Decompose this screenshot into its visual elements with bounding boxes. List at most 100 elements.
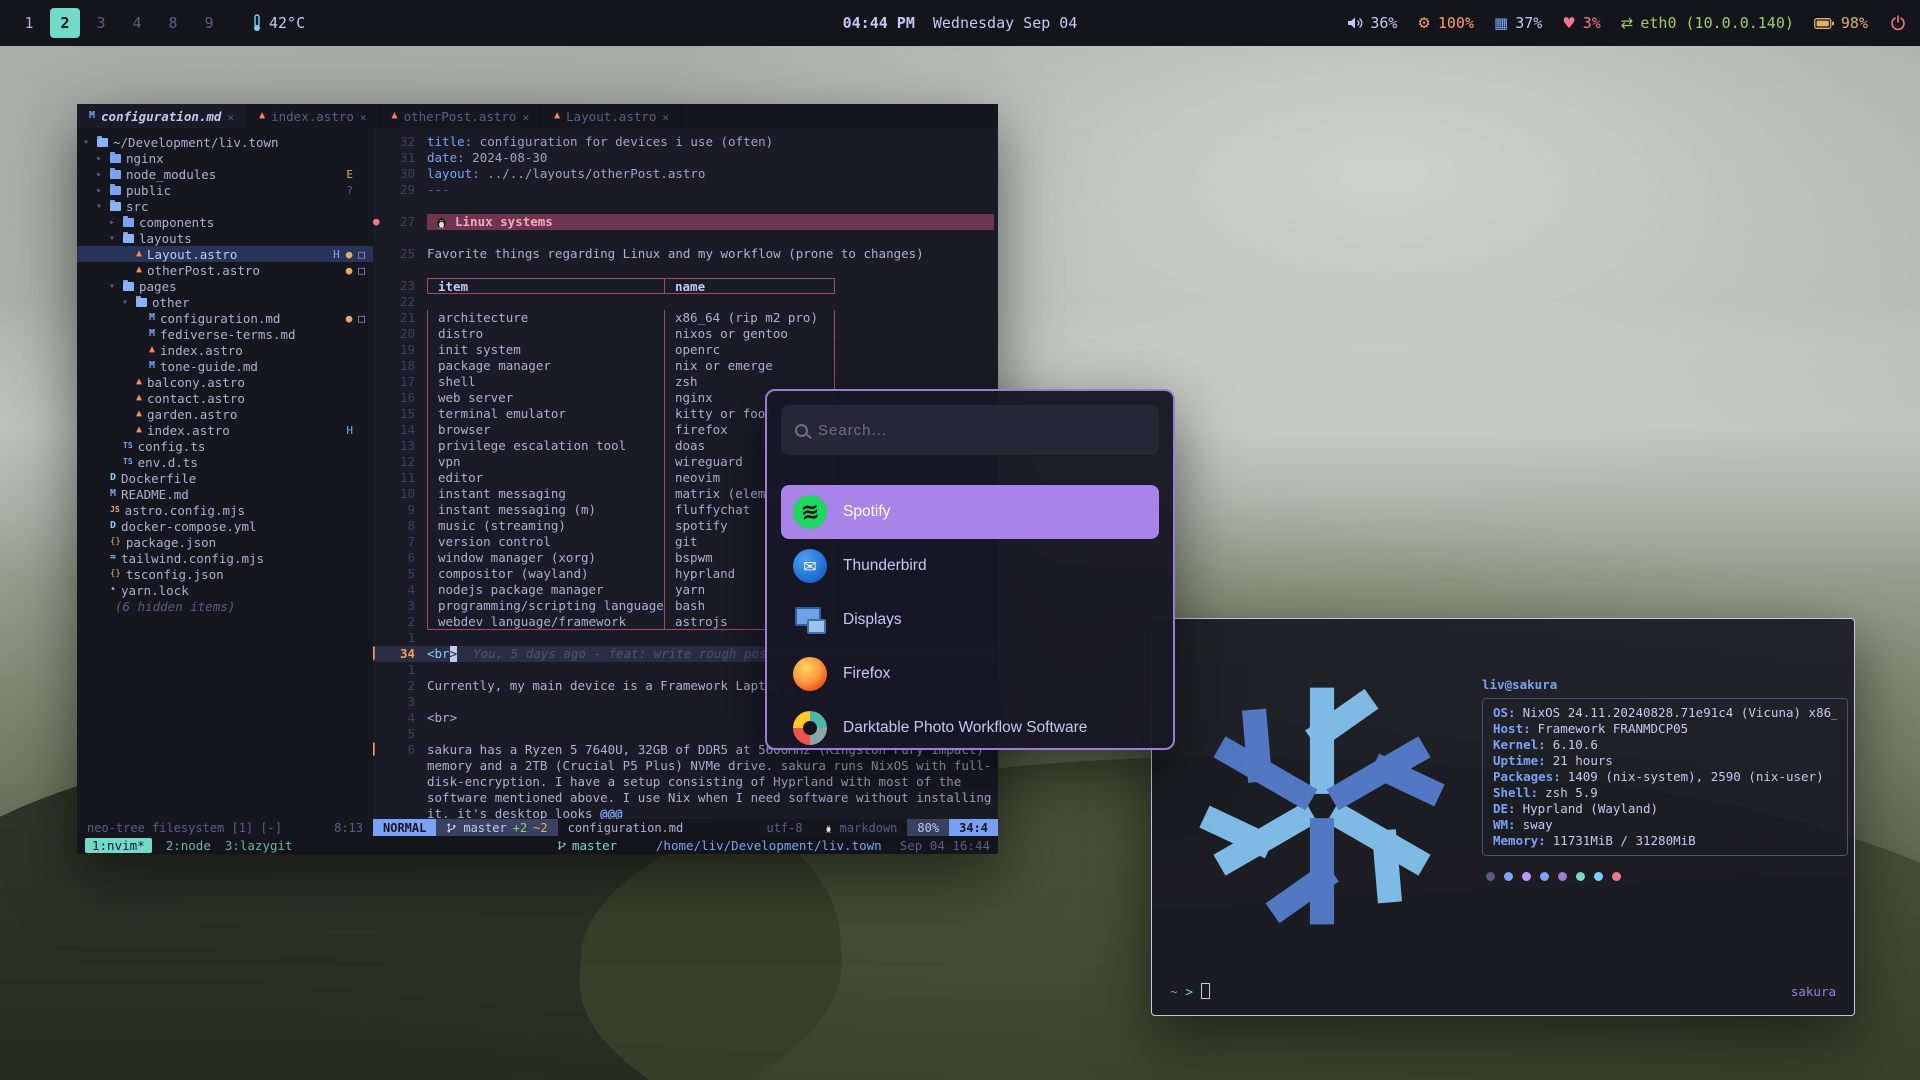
tree-item[interactable]: ▸ node_modules E <box>77 166 373 182</box>
editor-line: 29--- <box>373 182 998 198</box>
tree-item[interactable]: otherPost.astro ● □ <box>77 262 373 278</box>
status-bar: 1 2 3 4 8 9 42°C <box>0 0 1920 46</box>
table-cell-item: webdev language/framework <box>427 614 665 630</box>
encoding-indicator: utf-8 <box>756 819 812 836</box>
tree-item[interactable]: (6 hidden items) <box>77 598 373 614</box>
launcher-item[interactable]: Darktable Photo Workflow Software <box>781 701 1159 750</box>
launcher-item[interactable]: Displays <box>781 593 1159 647</box>
chevron-icon: ▾ <box>96 201 105 212</box>
tree-item[interactable]: yarn.lock <box>77 582 373 598</box>
app-icon <box>793 495 827 529</box>
git-branch-icon <box>557 840 567 851</box>
gitsign-change-bar: ▎ <box>373 647 380 660</box>
tab-close-icon[interactable] <box>522 109 529 124</box>
editor-tab[interactable]: Layout.astro <box>542 104 682 128</box>
tmux-window[interactable]: 2:node <box>166 838 211 853</box>
tree-item[interactable]: ▸ public ? <box>77 182 373 198</box>
workspace-button[interactable]: 2 <box>50 8 80 38</box>
chevron-icon: ▸ <box>109 217 118 228</box>
workspace-button[interactable]: 4 <box>122 8 152 38</box>
tree-item-label: garden.astro <box>147 407 237 422</box>
workspace-button[interactable]: 9 <box>194 8 224 38</box>
tree-item[interactable]: config.ts <box>77 438 373 454</box>
tree-item[interactable]: balcony.astro <box>77 374 373 390</box>
editor-tab[interactable]: otherPost.astro <box>380 104 543 128</box>
tree-item[interactable]: ▸ nginx <box>77 150 373 166</box>
file-icon <box>123 441 133 451</box>
tree-item[interactable]: ▾ src <box>77 198 373 214</box>
editor-tab[interactable]: index.astro <box>247 104 379 128</box>
app-launcher[interactable]: Spotify Thunderbird Displays Firefox <box>765 389 1175 750</box>
tree-item[interactable]: Dockerfile <box>77 470 373 486</box>
file-icon <box>136 393 142 403</box>
tree-item[interactable]: index.astro H <box>77 422 373 438</box>
tree-item[interactable]: Layout.astro H ● □ <box>77 246 373 262</box>
tab-close-icon[interactable] <box>360 109 367 124</box>
power-button[interactable] <box>1890 15 1906 31</box>
tree-item-label: Dockerfile <box>121 471 196 486</box>
shell-prompt[interactable]: ~ > <box>1170 983 1210 999</box>
tree-item-label: env.d.ts <box>138 455 198 470</box>
tree-item[interactable]: README.md <box>77 486 373 502</box>
tmux-window[interactable]: 3:lazygit <box>225 838 293 853</box>
chevron-icon: ▸ <box>96 185 105 196</box>
editor-line: 25Favorite things regarding Linux and my… <box>373 246 998 262</box>
tree-item[interactable]: ▸ components <box>77 214 373 230</box>
git-status-marks: H <box>346 424 365 437</box>
tab-close-icon[interactable] <box>227 109 234 124</box>
tree-item[interactable]: configuration.md ● □ <box>77 310 373 326</box>
prompt-path: ~ <box>1170 984 1178 999</box>
tree-item[interactable]: ▾ ~/Development/liv.town <box>77 134 373 150</box>
file-icon <box>149 345 155 355</box>
tree-item[interactable]: env.d.ts <box>77 454 373 470</box>
workspace-button[interactable]: 3 <box>86 8 116 38</box>
volume-module[interactable]: 36% <box>1347 14 1397 32</box>
tree-item-label: tone-guide.md <box>160 359 258 374</box>
launcher-item[interactable]: Thunderbird <box>781 539 1159 593</box>
tab-close-icon[interactable] <box>662 109 669 124</box>
fetch-label: DE: <box>1493 801 1516 816</box>
editor-tabbar: configuration.md index.astro otherPost.a… <box>77 104 998 128</box>
editor-line <box>373 230 998 246</box>
memory-value: 37% <box>1515 14 1542 32</box>
palette-dot <box>1522 872 1531 881</box>
table-cell-item: init system <box>427 342 665 358</box>
launcher-item[interactable]: Firefox <box>781 647 1159 701</box>
file-icon <box>123 234 134 243</box>
git-modified-dot: ● <box>346 248 353 261</box>
terminal-color-palette <box>1482 872 1848 881</box>
tree-item[interactable]: tailwind.config.mjs <box>77 550 373 566</box>
tree-item[interactable]: tone-guide.md <box>77 358 373 374</box>
tree-item[interactable]: docker-compose.yml <box>77 518 373 534</box>
terminal-window[interactable]: liv@sakura OS:NixOS 24.11.20240828.71e91… <box>1151 618 1855 1016</box>
tree-item[interactable]: garden.astro <box>77 406 373 422</box>
git-staged-box: □ <box>358 312 365 325</box>
tree-item[interactable]: ▾ layouts <box>77 230 373 246</box>
tree-item[interactable]: package.json <box>77 534 373 550</box>
table-cell-item: terminal emulator <box>427 406 665 422</box>
editor-tab[interactable]: configuration.md <box>77 104 247 128</box>
tree-item[interactable]: contact.astro <box>77 390 373 406</box>
prompt-char: > <box>1186 984 1194 999</box>
tree-item[interactable]: astro.config.mjs <box>77 502 373 518</box>
tree-item[interactable]: index.astro <box>77 342 373 358</box>
tmux-window[interactable]: 1:nvim* <box>85 838 152 853</box>
tree-item[interactable]: ▾ pages <box>77 278 373 294</box>
chevron-icon: ▾ <box>109 281 118 292</box>
launcher-item[interactable]: Spotify <box>781 485 1159 539</box>
launcher-searchbox[interactable] <box>781 405 1159 455</box>
nixos-logo <box>1177 661 1467 951</box>
tree-item[interactable]: fediverse-terms.md <box>77 326 373 342</box>
chevron-icon: ▾ <box>122 297 131 308</box>
search-input[interactable] <box>818 422 1145 439</box>
scroll-percent: 80% <box>907 819 949 836</box>
cpu-module: ♥ 3% <box>1562 14 1601 32</box>
tmux-branch: master <box>557 838 617 853</box>
neotree-position: 8:13 <box>334 821 363 835</box>
tree-item[interactable]: ▾ other <box>77 294 373 310</box>
workspace-button[interactable]: 1 <box>14 8 44 38</box>
tree-item[interactable]: tsconfig.json <box>77 566 373 582</box>
workspace-button[interactable]: 8 <box>158 8 188 38</box>
file-icon <box>123 218 134 227</box>
fetch-label: Host: <box>1493 721 1531 736</box>
